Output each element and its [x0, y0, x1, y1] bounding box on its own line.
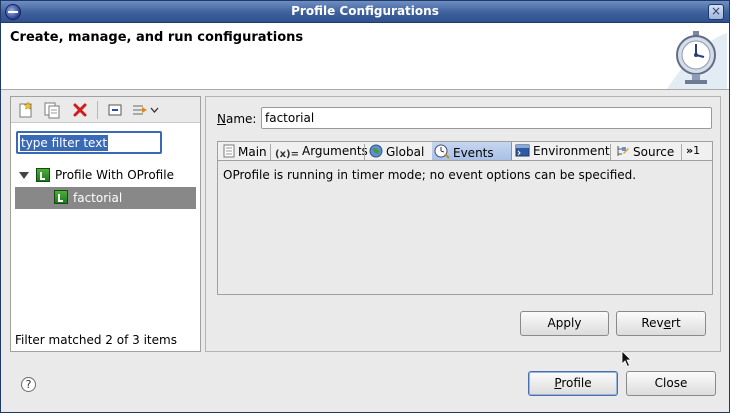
stopwatch-icon	[657, 23, 727, 89]
expand-chevron-icon[interactable]	[19, 172, 29, 179]
events-clock-icon	[434, 144, 450, 159]
mouse-cursor-icon	[621, 350, 632, 368]
collapse-all-icon[interactable]	[106, 101, 124, 119]
toolbar-separator	[97, 101, 98, 119]
name-label: Name:	[217, 112, 257, 126]
tab-source[interactable]: Source	[615, 142, 674, 161]
source-icon	[617, 146, 629, 156]
events-message: OProfile is running in timer mode; no ev…	[223, 168, 637, 182]
apply-button[interactable]: Apply	[520, 311, 609, 336]
tab-global[interactable]: Global	[369, 142, 424, 161]
tab-strip: Main (x)= Arguments Global Events Enviro…	[217, 141, 713, 161]
tree-item-profile-with-oprofile[interactable]: Profile With OProfile	[16, 167, 196, 185]
environment-icon	[515, 144, 530, 157]
new-configuration-icon[interactable]	[17, 101, 35, 119]
arguments-tab-icon: (x)=	[275, 149, 299, 160]
events-tab-content: OProfile is running in timer mode; no ev…	[217, 160, 713, 295]
tab-separator	[610, 144, 611, 160]
tab-separator	[270, 144, 271, 160]
tab-overflow-button[interactable]: »1	[686, 142, 700, 161]
tab-arguments[interactable]: (x)= Arguments	[275, 142, 368, 161]
dialog-banner: Create, manage, and run configurations	[1, 23, 729, 90]
help-icon[interactable]: ?	[21, 377, 36, 392]
window-title: Profile Configurations	[291, 4, 439, 18]
tab-main[interactable]: Main	[223, 142, 267, 161]
filter-status-text: Filter matched 2 of 3 items	[15, 333, 177, 347]
filter-input[interactable]: type filter text	[16, 131, 162, 154]
tree-item-factorial[interactable]: factorial	[15, 187, 196, 209]
configuration-launch-icon	[54, 190, 68, 204]
filter-input-text: type filter text	[20, 135, 109, 151]
close-window-button[interactable]: ×	[708, 4, 724, 20]
tab-events[interactable]: Events	[432, 142, 512, 161]
configuration-list-pane: type filter text Profile With OProfile f…	[10, 96, 201, 352]
duplicate-icon[interactable]	[43, 101, 61, 119]
title-bar[interactable]: Profile Configurations ×	[1, 1, 729, 23]
delete-icon[interactable]	[71, 101, 89, 119]
banner-heading: Create, manage, and run configurations	[10, 30, 304, 45]
tree-item-label: factorial	[73, 191, 123, 205]
profile-configurations-dialog: Profile Configurations × Create, manage,…	[0, 0, 730, 413]
tab-separator	[681, 144, 682, 160]
tab-separator	[364, 144, 365, 160]
oprofile-launch-icon	[36, 168, 50, 182]
main-tab-icon	[223, 144, 235, 158]
globe-icon	[369, 144, 383, 158]
configuration-toolbar	[11, 97, 200, 123]
tab-environment[interactable]: Environment	[515, 142, 610, 161]
close-button[interactable]: Close	[626, 371, 716, 396]
name-input[interactable]: factorial	[261, 107, 712, 129]
tree-item-label: Profile With OProfile	[55, 168, 174, 182]
revert-button[interactable]: Revert	[616, 311, 706, 336]
profile-button[interactable]: Profile	[528, 371, 618, 396]
filter-menu-icon[interactable]	[131, 101, 161, 119]
configuration-editor-pane: Name: factorial Main (x)= Arguments Globa…	[205, 96, 721, 352]
